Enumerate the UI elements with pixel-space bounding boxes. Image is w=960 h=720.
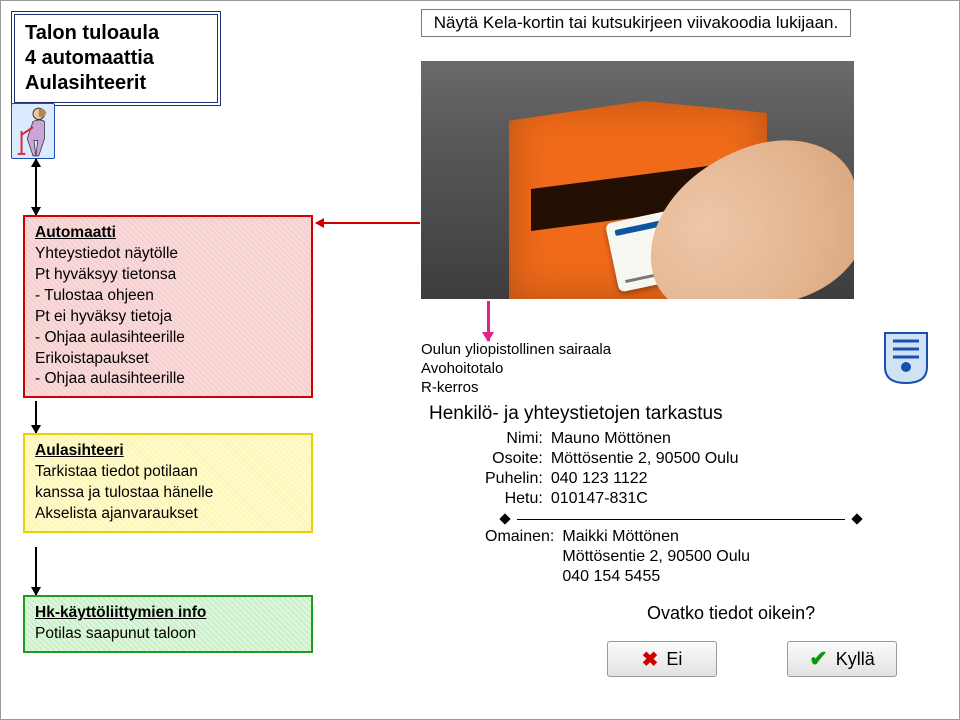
cross-icon: ✖: [642, 647, 659, 672]
box-line: Potilas saapunut taloon: [35, 624, 301, 645]
connector-line: [35, 547, 37, 595]
value-ssn: 010147-831C: [547, 489, 743, 509]
automaatti-box: Automaatti Yhteystiedot näytölle Pt hyvä…: [23, 215, 313, 398]
value-relative-address: Möttösentie 2, 90500 Oulu: [558, 547, 754, 567]
check-icon: ✔: [809, 646, 827, 672]
value-phone: 040 123 1122: [547, 469, 743, 489]
value-name: Mauno Möttönen: [547, 429, 743, 449]
box-line: Erikoistapaukset: [35, 349, 301, 370]
label-address: Osoite:: [481, 449, 547, 469]
no-button[interactable]: ✖ Ei: [607, 641, 717, 677]
divider: [501, 515, 861, 523]
label-name: Nimi:: [481, 429, 547, 449]
hk-info-box: Hk-käyttöliittymien info Potilas saapunu…: [23, 595, 313, 653]
instruction-text: Näytä Kela-kortin tai kutsukirjeen viiva…: [434, 13, 838, 32]
confirm-question: Ovatko tiedot oikein?: [647, 603, 815, 624]
hospital-dept: Avohoitotalo: [421, 360, 921, 379]
label-phone: Puhelin:: [481, 469, 547, 489]
box-line: - Ohjaa aulasihteerille: [35, 369, 301, 390]
box-line: Pt ei hyväksy tietoja: [35, 307, 301, 328]
value-relative-name: Maikki Möttönen: [558, 527, 754, 547]
connector-line: [35, 159, 37, 215]
connector-arrow: [487, 301, 490, 341]
title-line: Aulasihteerit: [25, 71, 207, 96]
elderly-person-icon: [11, 103, 55, 159]
value-relative-phone: 040 154 5455: [558, 567, 754, 587]
box-line: Pt hyväksyy tietonsa: [35, 265, 301, 286]
connector-arrow: [316, 222, 420, 224]
instruction-banner: Näytä Kela-kortin tai kutsukirjeen viiva…: [421, 9, 851, 37]
hospital-floor: R-kerros: [421, 379, 921, 398]
yes-button-label: Kyllä: [836, 649, 875, 670]
connector-line: [35, 401, 37, 433]
aulasihteeri-box: Aulasihteeri Tarkistaa tiedot potilaan k…: [23, 433, 313, 533]
title-line: 4 automaattia: [25, 46, 207, 71]
hospital-name: Oulun yliopistollinen sairaala: [421, 341, 921, 360]
title-line: Talon tuloaula: [25, 21, 207, 46]
patient-info-panel: Oulun yliopistollinen sairaala Avohoitot…: [421, 341, 921, 587]
check-title: Henkilö- ja yhteystietojen tarkastus: [429, 403, 921, 425]
aulasihteeri-heading: Aulasihteeri: [35, 441, 301, 462]
patient-details-table: Nimi: Mauno Möttönen Osoite: Möttösentie…: [481, 429, 743, 509]
box-line: Yhteystiedot näytölle: [35, 244, 301, 265]
box-line: Tarkistaa tiedot potilaan: [35, 462, 301, 483]
confirm-buttons: ✖ Ei ✔ Kyllä: [607, 641, 897, 677]
hk-info-heading: Hk-käyttöliittymien info: [35, 603, 301, 624]
yes-button[interactable]: ✔ Kyllä: [787, 641, 897, 677]
value-address: Möttösentie 2, 90500 Oulu: [547, 449, 743, 469]
relative-details-table: Omainen: Maikki Möttönen Möttösentie 2, …: [481, 527, 754, 587]
box-line: - Tulostaa ohjeen: [35, 286, 301, 307]
title-box: Talon tuloaula 4 automaattia Aulasihteer…: [11, 11, 221, 106]
kiosk-photo: [421, 61, 854, 299]
no-button-label: Ei: [666, 649, 682, 670]
label-relative: Omainen:: [481, 527, 558, 547]
automaatti-heading: Automaatti: [35, 223, 301, 244]
label-ssn: Hetu:: [481, 489, 547, 509]
box-line: Akselista ajanvaraukset: [35, 504, 301, 525]
box-line: - Ohjaa aulasihteerille: [35, 328, 301, 349]
box-line: kanssa ja tulostaa hänelle: [35, 483, 301, 504]
